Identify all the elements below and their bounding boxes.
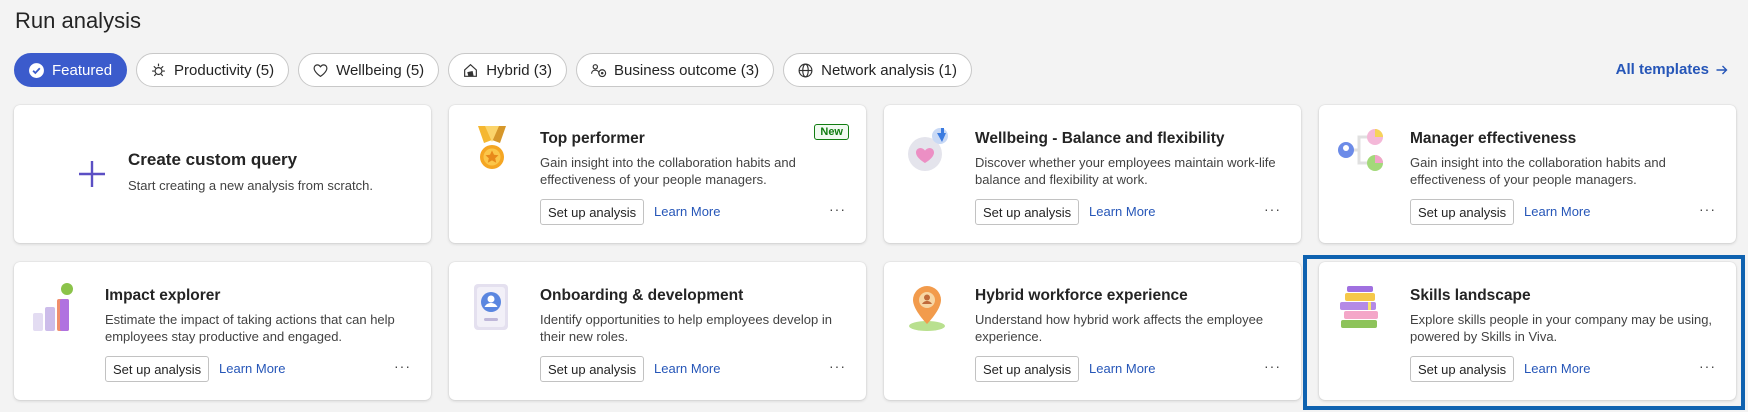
card-description: Estimate the impact of taking actions th… xyxy=(105,312,395,344)
hybrid-icon xyxy=(464,63,478,77)
card-description: Gain insight into the collaboration habi… xyxy=(540,155,796,187)
filter-hybrid[interactable]: Hybrid (3) xyxy=(448,53,568,87)
filter-network-analysis[interactable]: Network analysis (1) xyxy=(783,53,972,87)
filter-label: Wellbeing (5) xyxy=(336,61,425,79)
set-up-analysis-button[interactable]: Set up analysis xyxy=(540,356,645,382)
card-title: Onboarding & development xyxy=(540,287,744,304)
template-card-wellbeing[interactable]: Wellbeing - Balance and flexibility Disc… xyxy=(884,105,1301,243)
page-title: Run analysis xyxy=(15,8,141,33)
wellbeing-heart-icon xyxy=(908,128,948,171)
set-up-analysis-button[interactable]: Set up analysis xyxy=(975,199,1080,225)
card-title: Impact explorer xyxy=(105,287,221,304)
card-description: Identify opportunities to help employees… xyxy=(540,312,832,344)
card-title: Top performer xyxy=(540,130,645,147)
set-up-analysis-button[interactable]: Set up analysis xyxy=(540,199,645,225)
badge-id-icon xyxy=(474,284,508,330)
filter-business-outcome[interactable]: Business outcome (3) xyxy=(576,53,775,87)
create-custom-query-description: Start creating a new analysis from scrat… xyxy=(128,178,373,193)
card-description: Discover whether your employees maintain… xyxy=(975,155,1276,187)
card-title: Manager effectiveness xyxy=(1410,130,1577,147)
more-options-icon[interactable]: ··· xyxy=(1699,358,1716,374)
more-options-icon[interactable]: ··· xyxy=(1264,201,1281,217)
learn-more-link[interactable]: Learn More xyxy=(1524,204,1590,219)
learn-more-link[interactable]: Learn More xyxy=(654,204,720,219)
card-description: Understand how hybrid work affects the e… xyxy=(975,312,1264,344)
filter-wellbeing[interactable]: Wellbeing (5) xyxy=(298,53,440,87)
people-target-icon xyxy=(591,63,607,77)
filter-label: Network analysis (1) xyxy=(821,61,957,79)
location-pin-icon xyxy=(909,286,945,331)
template-card-hybrid-workforce[interactable]: Hybrid workforce experience Understand h… xyxy=(884,262,1301,400)
books-icon xyxy=(1340,286,1378,328)
org-chart-icon xyxy=(1338,129,1383,171)
more-options-icon[interactable]: ··· xyxy=(829,201,846,217)
plus-icon xyxy=(79,161,105,187)
all-templates-label: All templates xyxy=(1615,61,1709,78)
set-up-analysis-button[interactable]: Set up analysis xyxy=(975,356,1080,382)
filter-featured[interactable]: Featured xyxy=(14,53,128,87)
heart-icon xyxy=(313,63,328,77)
card-description: Explore skills people in your company ma… xyxy=(1410,312,1713,344)
globe-icon xyxy=(798,63,813,77)
all-templates-link[interactable]: All templates xyxy=(1616,61,1729,78)
learn-more-link[interactable]: Learn More xyxy=(219,361,285,376)
filter-productivity[interactable]: Productivity (5) xyxy=(136,53,290,87)
more-options-icon[interactable]: ··· xyxy=(829,358,846,374)
create-custom-query-card[interactable]: Create custom query Start creating a new… xyxy=(14,105,431,243)
template-card-onboarding-development[interactable]: Onboarding & development Identify opport… xyxy=(449,262,866,400)
set-up-analysis-button[interactable]: Set up analysis xyxy=(105,356,210,382)
create-custom-query-title: Create custom query xyxy=(128,150,298,169)
bar-chart-icon xyxy=(33,283,73,331)
sparkle-icon xyxy=(152,63,165,76)
check-circle-icon xyxy=(29,62,44,78)
arrow-right-icon xyxy=(1716,65,1728,74)
filter-label: Productivity (5) xyxy=(174,61,275,79)
template-card-top-performer[interactable]: Top performer New Gain insight into the … xyxy=(449,105,866,243)
learn-more-link[interactable]: Learn More xyxy=(654,361,720,376)
more-options-icon[interactable]: ··· xyxy=(1264,358,1281,374)
more-options-icon[interactable]: ··· xyxy=(394,358,411,374)
more-options-icon[interactable]: ··· xyxy=(1699,201,1716,217)
card-title: Hybrid workforce experience xyxy=(975,287,1188,304)
learn-more-link[interactable]: Learn More xyxy=(1524,361,1590,376)
learn-more-link[interactable]: Learn More xyxy=(1089,204,1155,219)
filter-bar: Featured Productivity (5) Wellbeing (5) … xyxy=(14,53,972,87)
filter-label: Business outcome (3) xyxy=(614,61,760,79)
set-up-analysis-button[interactable]: Set up analysis xyxy=(1410,199,1515,225)
medal-icon xyxy=(478,126,506,169)
template-card-skills-landscape[interactable]: Skills landscape Explore skills people i… xyxy=(1319,262,1736,400)
filter-label: Hybrid (3) xyxy=(486,61,553,79)
learn-more-link[interactable]: Learn More xyxy=(1089,361,1155,376)
set-up-analysis-button[interactable]: Set up analysis xyxy=(1410,356,1515,382)
card-description: Gain insight into the collaboration habi… xyxy=(1410,155,1666,187)
card-title: Wellbeing - Balance and flexibility xyxy=(975,130,1225,147)
filter-label: Featured xyxy=(52,61,113,79)
template-card-impact-explorer[interactable]: Impact explorer Estimate the impact of t… xyxy=(14,262,431,400)
template-card-manager-effectiveness[interactable]: Manager effectiveness Gain insight into … xyxy=(1319,105,1736,243)
card-title: Skills landscape xyxy=(1410,287,1531,304)
new-badge: New xyxy=(814,124,849,140)
